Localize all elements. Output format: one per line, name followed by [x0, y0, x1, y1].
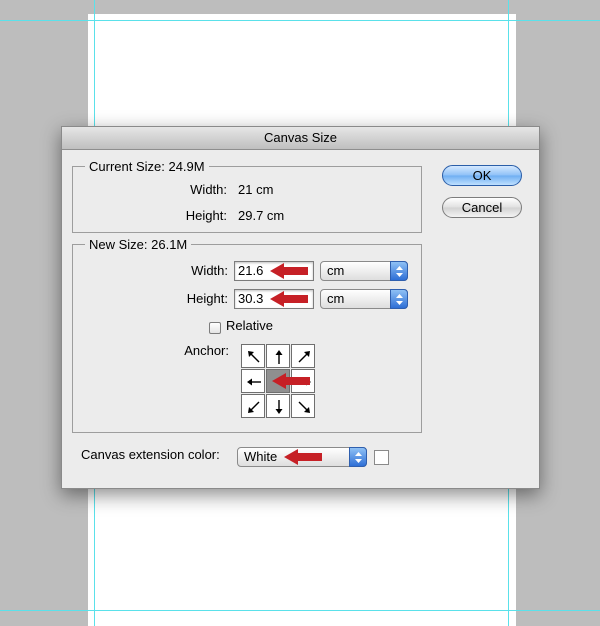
height-unit-value: cm — [327, 291, 345, 306]
anchor-left[interactable] — [241, 369, 265, 393]
chevron-updown-icon — [390, 261, 408, 281]
cancel-button[interactable]: Cancel — [442, 197, 522, 218]
anchor-top-left[interactable] — [241, 344, 265, 368]
current-size-legend: Current Size: 24.9M — [89, 159, 205, 174]
new-width-label: Width: — [191, 263, 228, 278]
new-height-label: Height: — [186, 291, 228, 306]
annotation-arrow-icon — [270, 263, 308, 279]
width-unit-value: cm — [327, 263, 345, 278]
current-width-value: 21 cm — [238, 182, 274, 197]
guide-line — [0, 610, 600, 611]
annotation-arrow-icon — [272, 373, 310, 389]
current-height-value: 29.7 cm — [238, 208, 285, 223]
new-size-legend: New Size: 26.1M — [89, 237, 188, 252]
current-height-label: Height: — [185, 208, 227, 223]
arrow-up-right-icon — [298, 351, 310, 363]
width-unit-select[interactable]: cm — [320, 261, 408, 281]
dialog-title: Canvas Size — [62, 127, 539, 150]
canvas-size-dialog: Canvas Size Current Size: 24.9M Width: 2… — [61, 126, 540, 489]
ok-button[interactable]: OK — [442, 165, 522, 186]
height-unit-select[interactable]: cm — [320, 289, 408, 309]
anchor-bottom[interactable] — [266, 394, 290, 418]
extension-color-swatch[interactable] — [374, 450, 389, 465]
relative-label[interactable]: Relative — [226, 318, 273, 333]
anchor-bottom-left[interactable] — [241, 394, 265, 418]
anchor-top-right[interactable] — [291, 344, 315, 368]
extension-color-value: White — [244, 449, 278, 464]
annotation-arrow-icon — [270, 291, 308, 307]
arrow-down-right-icon — [298, 401, 310, 413]
anchor-bottom-right[interactable] — [291, 394, 315, 418]
extension-color-label: Canvas extension color: — [81, 447, 220, 462]
relative-checkbox[interactable] — [209, 322, 221, 334]
chevron-updown-icon — [390, 289, 408, 309]
arrow-up-icon — [275, 350, 283, 364]
anchor-label: Anchor: — [184, 343, 229, 358]
annotation-arrow-icon — [284, 449, 322, 465]
chevron-updown-icon — [349, 447, 367, 467]
height-input-value: 30.3 — [238, 291, 264, 306]
arrow-left-icon — [247, 378, 261, 386]
arrow-down-icon — [275, 400, 283, 414]
arrow-down-left-icon — [248, 401, 260, 413]
anchor-top[interactable] — [266, 344, 290, 368]
current-width-label: Width: — [190, 182, 227, 197]
width-input-value: 21.6 — [238, 263, 264, 278]
guide-line — [0, 20, 600, 21]
arrow-up-left-icon — [248, 351, 260, 363]
